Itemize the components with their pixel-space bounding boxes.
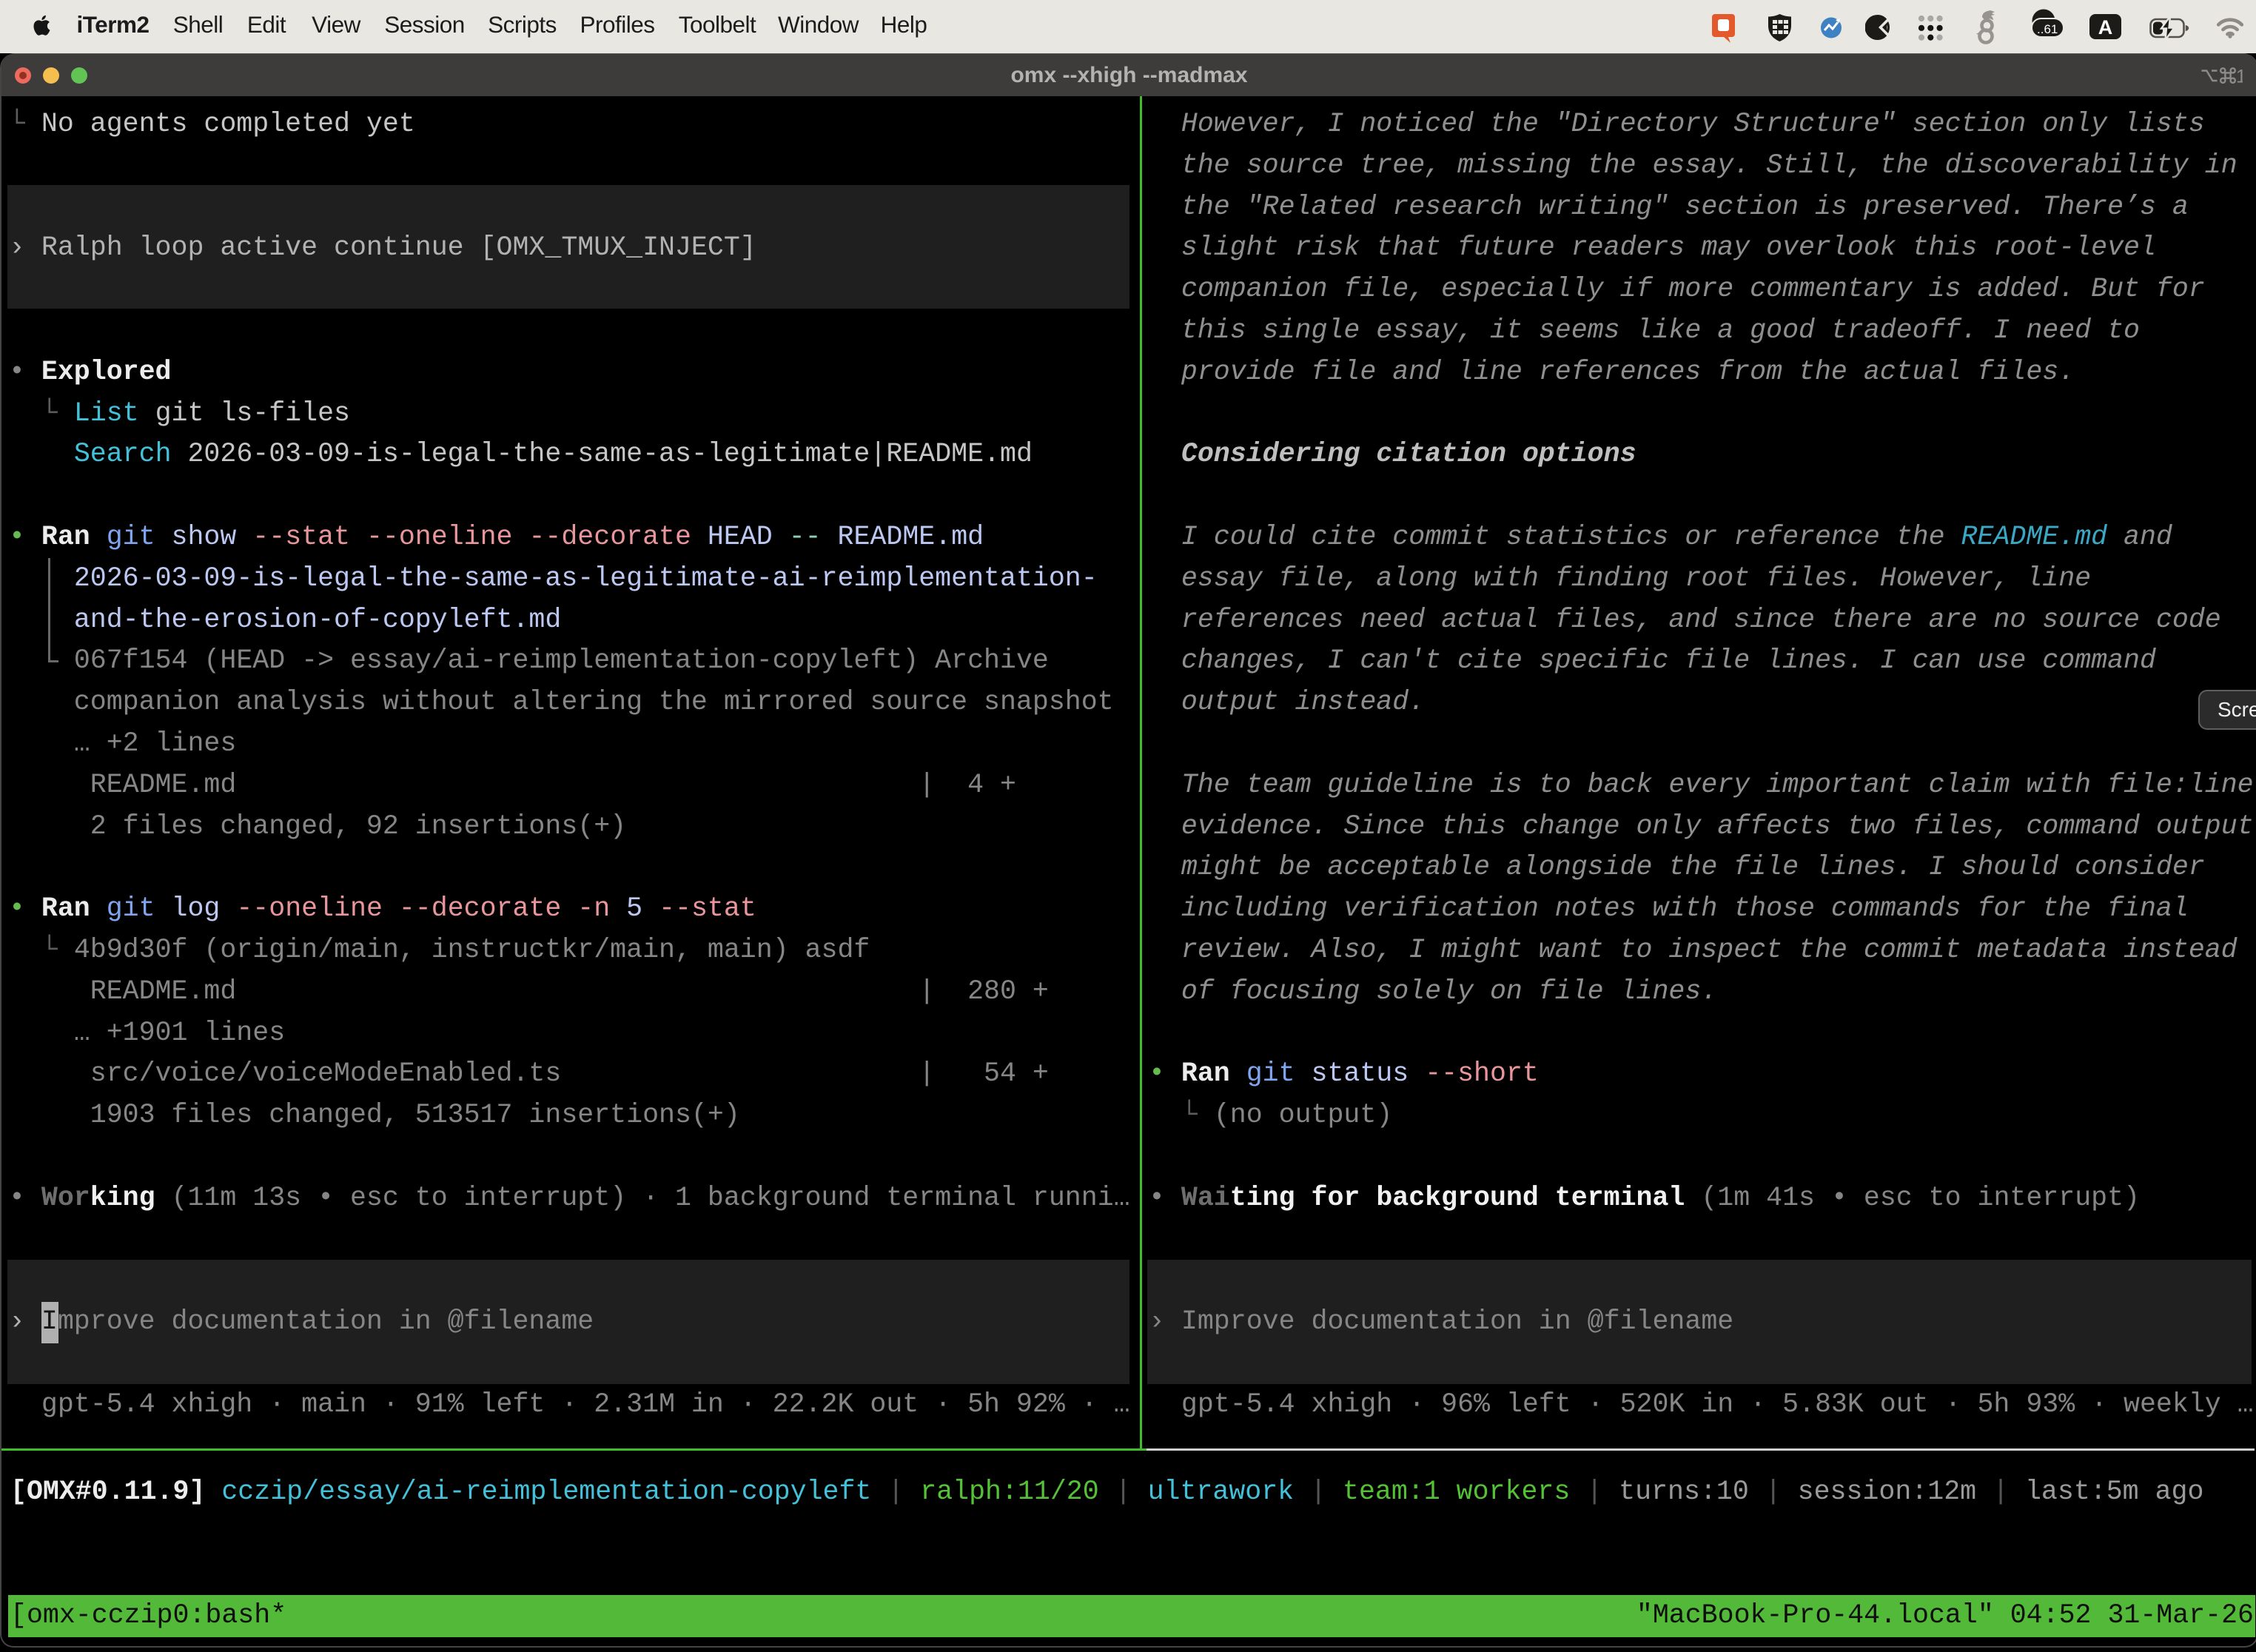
svg-text:A: A xyxy=(2098,16,2113,38)
svg-text:1: 1 xyxy=(2236,67,2243,87)
svg-text:..61: ..61 xyxy=(2037,22,2058,36)
